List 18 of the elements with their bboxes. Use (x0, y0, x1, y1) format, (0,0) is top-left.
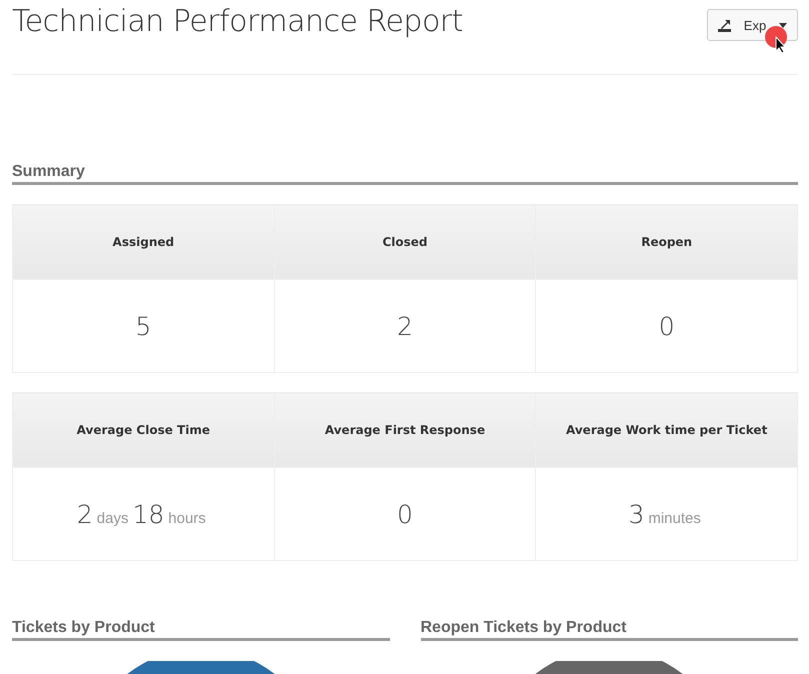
column-header: Closed (274, 204, 536, 280)
section-heading: Tickets by Product (12, 619, 390, 641)
export-icon (718, 18, 731, 32)
column-header: Average First Response (274, 392, 536, 468)
column-header: Average Work time per Ticket (536, 392, 798, 468)
table-cell: 3 minutes (536, 468, 798, 560)
table-cell: 2 (274, 280, 536, 372)
table-cell: 0 (274, 468, 536, 560)
cursor-icon (775, 36, 787, 54)
table-cell: 2 days 18 hours (12, 468, 274, 560)
page-title: Technician Performance Report (12, 4, 463, 39)
column-header: Reopen (536, 204, 798, 280)
column-header: Average Close Time (12, 392, 274, 468)
table-cell: 0 (536, 280, 798, 372)
column-header: Assigned (12, 204, 274, 280)
section-heading: Reopen Tickets by Product (420, 619, 798, 641)
table-cell: 5 (12, 280, 274, 372)
section-heading: Summary (12, 163, 798, 185)
